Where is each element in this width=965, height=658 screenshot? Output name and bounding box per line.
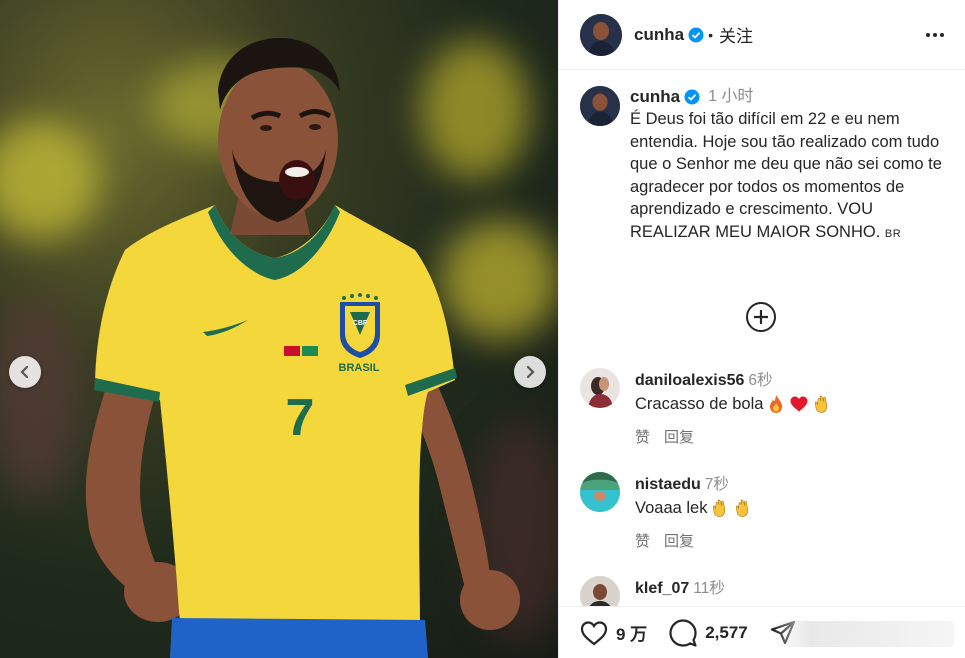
comment-like-button[interactable]: 赞 [635, 426, 650, 447]
verified-badge-icon [684, 89, 700, 105]
svg-text:BRASIL: BRASIL [339, 362, 380, 374]
commenter-username[interactable]: nistaedu [635, 476, 701, 493]
clapping-hands-icon [736, 499, 749, 517]
clapping-hands-icon [815, 395, 828, 413]
avatar-image [580, 472, 620, 512]
caption-timestamp[interactable]: 1 小时 [708, 86, 753, 109]
more-dot-icon [933, 32, 937, 37]
commenter-avatar[interactable] [580, 472, 620, 512]
comment-like-button[interactable]: 赞 [635, 530, 650, 551]
commenter-username[interactable]: klef_07 [635, 580, 689, 597]
caption-username[interactable]: cunha [630, 86, 680, 109]
fire-icon [770, 395, 783, 413]
load-more-comments-button[interactable] [746, 302, 776, 332]
cbf-crest: CBF [340, 293, 380, 358]
author-avatar[interactable] [580, 13, 622, 56]
post-photo: CBF BRASIL 7 [0, 0, 558, 658]
post-header: cunha • 关注 [559, 0, 965, 70]
plus-icon [754, 310, 768, 324]
clapping-hands-icon [713, 499, 726, 517]
separator-dot: • [708, 26, 713, 43]
avatar-image [580, 368, 620, 408]
comment-button[interactable] [669, 618, 697, 647]
like-button[interactable] [580, 620, 608, 646]
post-action-bar: 9 万 2,577 [559, 606, 965, 658]
chevron-right-icon [526, 365, 535, 379]
svg-text:7: 7 [286, 389, 315, 447]
comment-text: Cracasso de bola [635, 394, 764, 413]
carousel-prev-button[interactable] [9, 356, 41, 388]
post-side-panel: cunha • 关注 cunha 1 小时 É Deus foi tão dif… [558, 0, 965, 658]
post-caption: cunha 1 小时 É Deus foi tão difícil em 22 … [580, 86, 950, 245]
follow-button[interactable]: 关注 [719, 22, 753, 47]
caption-author-avatar[interactable] [580, 86, 620, 126]
player-illustration: CBF BRASIL 7 [85, 38, 520, 658]
like-count[interactable]: 9 万 [616, 620, 647, 645]
carousel-next-button[interactable] [514, 356, 546, 388]
comment-timestamp: 7秒 [704, 476, 729, 493]
caption-text: É Deus foi tão difícil em 22 e eu nem en… [630, 110, 942, 241]
comment-timestamp: 6秒 [748, 372, 773, 389]
watermark-overlay [774, 621, 954, 647]
chevron-left-icon [20, 365, 29, 379]
avatar-image [580, 86, 620, 126]
comment-bubble-icon [669, 618, 697, 647]
red-heart-icon [790, 396, 808, 412]
commenter-username[interactable]: daniloalexis56 [635, 372, 744, 389]
comment-count[interactable]: 2,577 [705, 623, 748, 643]
avatar-image [580, 13, 622, 56]
commenter-avatar[interactable] [580, 368, 620, 408]
heart-icon [580, 620, 608, 645]
svg-text:CBF: CBF [353, 320, 368, 327]
more-options-button[interactable] [926, 27, 944, 43]
verified-badge-icon [688, 27, 704, 42]
comment-timestamp: 11秒 [693, 580, 725, 597]
comment-item: daniloalexis56 6秒 Cracasso de bola 赞 回复 [580, 368, 950, 447]
comment-reply-button[interactable]: 回复 [664, 426, 694, 447]
flag-emoji-text: BR [884, 227, 902, 240]
more-dot-icon [926, 32, 930, 37]
author-username[interactable]: cunha [634, 25, 684, 45]
comment-text: Voaaa lek [635, 498, 708, 517]
comment-item: nistaedu 7秒 Voaaa lek 赞 回复 [580, 472, 950, 551]
more-dot-icon [940, 32, 944, 37]
comment-reply-button[interactable]: 回复 [664, 530, 694, 551]
